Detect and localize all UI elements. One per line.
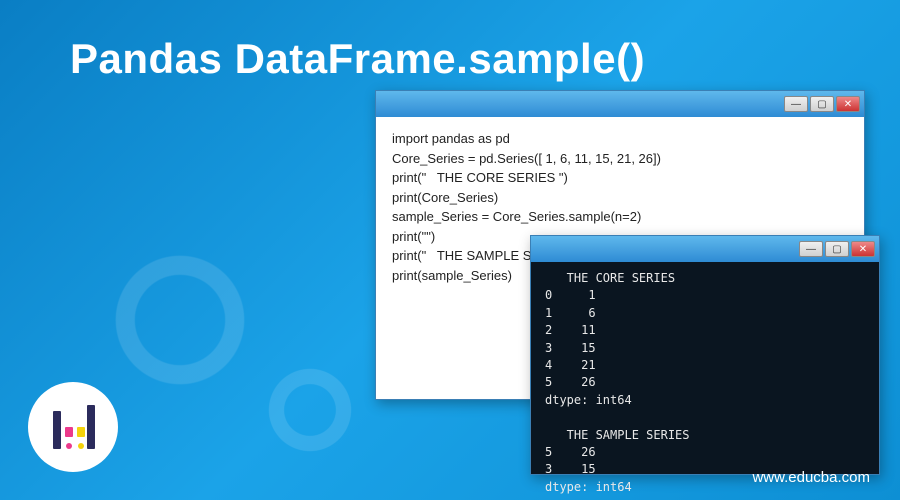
logo-bars-icon [49,403,97,451]
gear-decoration-2 [250,350,370,470]
maximize-button[interactable]: ▢ [810,96,834,112]
website-url: www.educba.com [752,469,870,486]
console-output: THE CORE SERIES 0 1 1 6 2 11 3 15 4 21 5… [531,262,879,474]
editor-titlebar: — ▢ ✕ [376,91,864,117]
minimize-button[interactable]: — [784,96,808,112]
minimize-button[interactable]: — [799,241,823,257]
close-button[interactable]: ✕ [836,96,860,112]
close-button[interactable]: ✕ [851,241,875,257]
console-window: — ▢ ✕ THE CORE SERIES 0 1 1 6 2 11 3 15 … [530,235,880,475]
page-title: Pandas DataFrame.sample() [70,35,645,83]
educba-logo [28,382,118,472]
maximize-button[interactable]: ▢ [825,241,849,257]
gear-decoration-1 [90,230,270,410]
console-titlebar: — ▢ ✕ [531,236,879,262]
